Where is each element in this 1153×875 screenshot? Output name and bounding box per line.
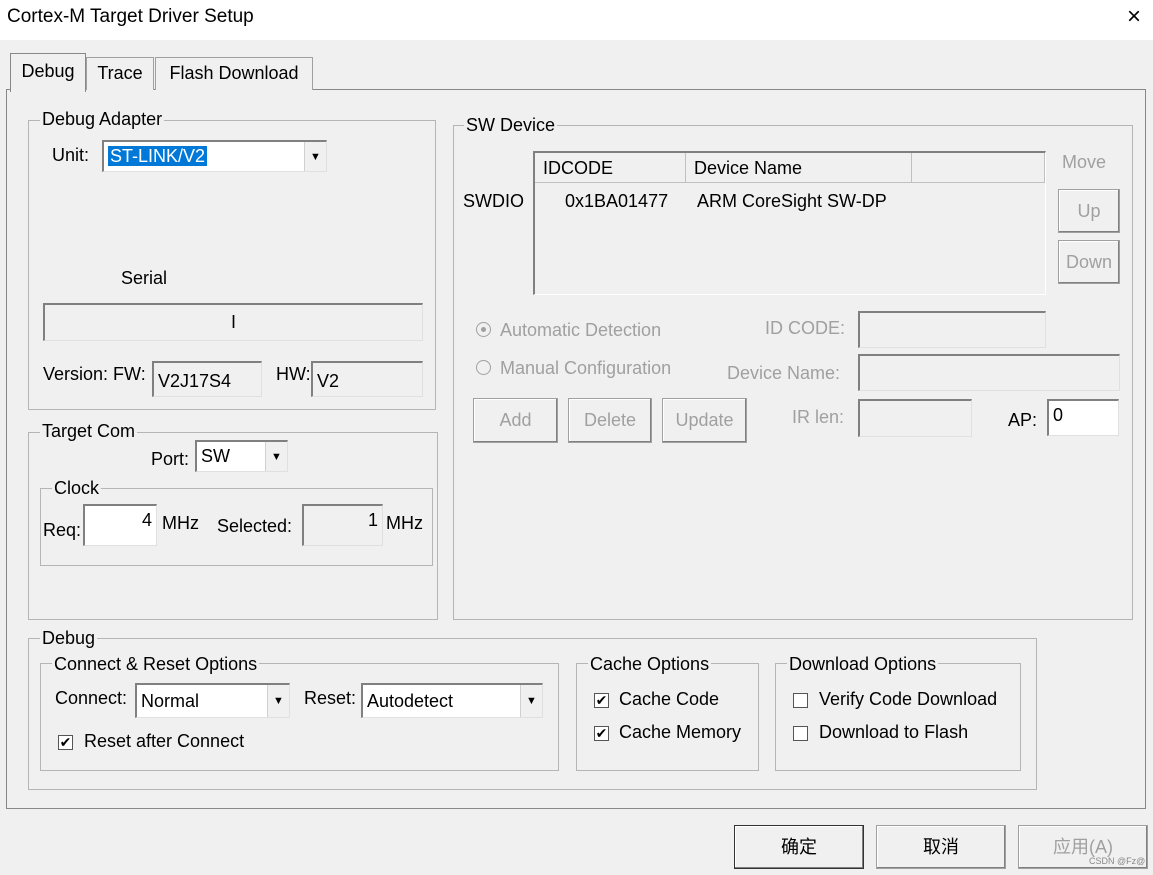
connect-reset-label: Connect & Reset Options xyxy=(52,654,260,674)
update-button[interactable]: Update xyxy=(662,398,747,443)
verify-download-checkbox[interactable] xyxy=(793,693,808,708)
reset-label: Reset: xyxy=(304,688,357,708)
ir-len-field xyxy=(858,399,972,437)
req-unit: MHz xyxy=(162,513,199,533)
reset-value: Autodetect xyxy=(367,691,454,711)
chevron-down-icon[interactable]: ▼ xyxy=(265,442,287,471)
col-idcode[interactable]: IDCODE xyxy=(535,153,686,183)
target-com-label: Target Com xyxy=(40,421,138,441)
watermark: CSDN @Fz@ xyxy=(1089,856,1146,866)
hw-value: V2 xyxy=(317,371,340,391)
req-label: Req: xyxy=(43,520,82,540)
move-label: Move xyxy=(1062,152,1107,172)
sw-device-label: SW Device xyxy=(464,115,558,135)
port-label: Port: xyxy=(151,449,190,469)
close-icon[interactable]: × xyxy=(1121,3,1147,31)
ap-input[interactable]: 0 xyxy=(1047,399,1119,436)
col-device-name[interactable]: Device Name xyxy=(686,153,912,183)
selected-field: 1 xyxy=(302,504,383,546)
download-to-flash-label: Download to Flash xyxy=(819,722,969,742)
download-options-label: Download Options xyxy=(787,654,939,674)
unit-select[interactable]: ST-LINK/V2 ▼ xyxy=(102,140,327,172)
ok-button[interactable]: 确定 xyxy=(734,825,864,869)
serial-field: I xyxy=(43,303,423,341)
row-idcode[interactable]: 0x1BA01477 xyxy=(565,191,668,212)
chevron-down-icon[interactable]: ▼ xyxy=(267,685,289,717)
chevron-down-icon[interactable]: ▼ xyxy=(520,685,542,717)
hw-label: HW: xyxy=(276,364,311,384)
row-device-name[interactable]: ARM CoreSight SW-DP xyxy=(697,191,887,212)
auto-detect-radio[interactable] xyxy=(476,322,491,337)
selected-unit: MHz xyxy=(386,513,423,533)
chevron-down-icon[interactable]: ▼ xyxy=(304,142,326,171)
download-to-flash-checkbox[interactable] xyxy=(793,726,808,741)
unit-value: ST-LINK/V2 xyxy=(108,146,208,166)
reset-after-connect-checkbox[interactable]: ✔ xyxy=(58,735,73,750)
unit-label: Unit: xyxy=(52,145,90,165)
req-input[interactable]: 4 xyxy=(83,504,157,546)
hw-field: V2 xyxy=(311,361,423,397)
cache-options-group xyxy=(576,663,759,771)
cache-options-label: Cache Options xyxy=(588,654,712,674)
clock-label: Clock xyxy=(52,478,102,498)
cache-code-checkbox[interactable]: ✔ xyxy=(594,693,609,708)
version-fw-label: Version: FW: xyxy=(43,364,146,384)
cache-memory-label: Cache Memory xyxy=(619,722,742,742)
swdio-label: SWDIO xyxy=(463,191,524,211)
serial-label: Serial xyxy=(121,268,168,288)
reset-after-connect-label: Reset after Connect xyxy=(84,731,245,751)
serial-value: I xyxy=(230,312,236,332)
delete-button[interactable]: Delete xyxy=(568,398,652,443)
debug-group-label: Debug xyxy=(40,628,98,648)
selected-value: 1 xyxy=(367,510,378,530)
down-button[interactable]: Down xyxy=(1058,240,1120,284)
ir-len-label: IR len: xyxy=(792,407,845,427)
id-code-field xyxy=(858,311,1046,348)
tab-trace[interactable]: Trace xyxy=(86,57,154,90)
device-name-label: Device Name: xyxy=(727,363,841,383)
tab-flash-download[interactable]: Flash Download xyxy=(155,57,313,90)
selected-label: Selected: xyxy=(217,516,293,536)
connect-select[interactable]: Normal ▼ xyxy=(135,683,290,718)
reset-select[interactable]: Autodetect ▼ xyxy=(361,683,543,718)
ap-label: AP: xyxy=(1008,410,1038,430)
manual-config-label: Manual Configuration xyxy=(500,358,672,378)
manual-config-radio[interactable] xyxy=(476,360,491,375)
device-table[interactable]: IDCODE Device Name 0x1BA01477 ARM CoreSi… xyxy=(533,151,1046,295)
cache-memory-checkbox[interactable]: ✔ xyxy=(594,726,609,741)
col-empty[interactable] xyxy=(912,153,1045,183)
debug-adapter-label: Debug Adapter xyxy=(40,109,165,129)
radio-dot xyxy=(481,327,486,332)
window-title: Cortex-M Target Driver Setup xyxy=(7,6,254,27)
fw-field: V2J17S4 xyxy=(152,361,262,397)
tab-debug[interactable]: Debug xyxy=(10,53,86,92)
id-code-label: ID CODE: xyxy=(765,318,846,338)
ap-value: 0 xyxy=(1053,405,1064,425)
connect-label: Connect: xyxy=(55,688,128,708)
port-select[interactable]: SW ▼ xyxy=(195,440,288,472)
cancel-button[interactable]: 取消 xyxy=(876,825,1006,869)
cache-code-label: Cache Code xyxy=(619,689,720,709)
up-button[interactable]: Up xyxy=(1058,189,1120,233)
download-options-group xyxy=(775,663,1021,771)
auto-detect-label: Automatic Detection xyxy=(500,320,662,340)
verify-download-label: Verify Code Download xyxy=(819,689,998,709)
add-button[interactable]: Add xyxy=(473,398,558,443)
fw-value: V2J17S4 xyxy=(158,371,232,391)
device-name-field xyxy=(858,354,1120,391)
req-value: 4 xyxy=(141,510,152,530)
